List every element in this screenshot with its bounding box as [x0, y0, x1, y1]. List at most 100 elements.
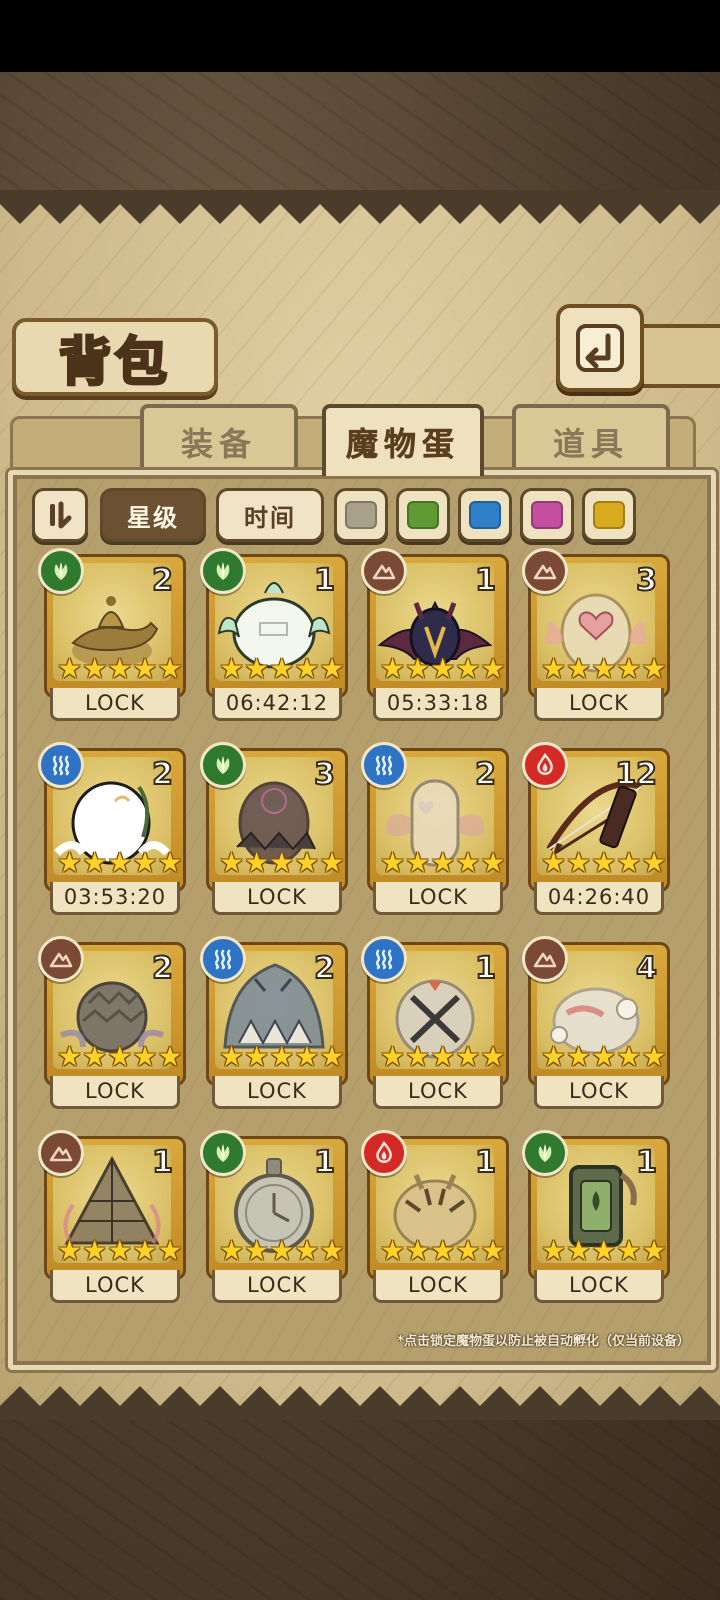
tab-label: 魔物蛋 — [345, 425, 460, 464]
star-icon: ★ — [294, 1040, 320, 1073]
egg-card[interactable]: 2 ★ ★ ★ ★ ★ LOCK — [200, 936, 348, 1109]
egg-status-label[interactable]: 04:26:40 — [534, 882, 664, 915]
egg-status-label[interactable]: 06:42:12 — [212, 688, 342, 721]
star-icon: ★ — [132, 1234, 158, 1267]
egg-card[interactable]: 12 ★ ★ ★ ★ ★ 04:26:40 — [522, 742, 670, 915]
star-icon: ★ — [430, 846, 456, 879]
egg-card[interactable]: 1 ★ ★ ★ ★ ★ 06:42:12 — [200, 548, 348, 721]
star-icon: ★ — [480, 846, 506, 879]
egg-status-label[interactable]: LOCK — [534, 1270, 664, 1303]
egg-card[interactable]: 1 ★ ★ ★ ★ ★ LOCK — [361, 1130, 509, 1303]
star-icon: ★ — [57, 846, 83, 879]
filter-pink-button[interactable] — [520, 488, 574, 542]
star-rating: ★ ★ ★ ★ ★ — [57, 1234, 183, 1267]
star-icon: ★ — [591, 1040, 617, 1073]
star-icon: ★ — [82, 846, 108, 879]
egg-count: 2 — [151, 756, 174, 793]
filter-gold-button[interactable] — [582, 488, 636, 542]
nature-element-icon — [200, 742, 246, 788]
star-icon: ★ — [294, 846, 320, 879]
egg-count: 1 — [151, 1144, 174, 1181]
status-bar — [0, 0, 720, 72]
star-icon: ★ — [269, 1234, 295, 1267]
earth-element-icon — [522, 936, 568, 982]
egg-status-label[interactable]: LOCK — [534, 688, 664, 721]
egg-count: 12 — [614, 756, 658, 793]
gold-swatch — [593, 501, 625, 529]
star-rating: ★ ★ ★ ★ ★ — [219, 652, 345, 685]
egg-count: 1 — [313, 562, 336, 599]
star-icon: ★ — [566, 846, 592, 879]
back-button[interactable] — [556, 304, 644, 392]
earth-element-icon — [522, 548, 568, 594]
star-icon: ★ — [319, 652, 345, 685]
tab-equipment[interactable]: 装备 — [140, 404, 298, 476]
star-rating: ★ ★ ★ ★ ★ — [541, 1040, 667, 1073]
egg-card[interactable]: 1 ★ ★ ★ ★ ★ LOCK — [200, 1130, 348, 1303]
star-icon: ★ — [157, 1040, 183, 1073]
star-icon: ★ — [269, 652, 295, 685]
egg-status-label[interactable]: LOCK — [373, 882, 503, 915]
star-icon: ★ — [455, 1040, 481, 1073]
egg-count: 1 — [474, 1144, 497, 1181]
filter-green-button[interactable] — [396, 488, 450, 542]
zigzag-top-border — [0, 190, 720, 224]
egg-status-label[interactable]: LOCK — [50, 1076, 180, 1109]
egg-count: 1 — [313, 1144, 336, 1181]
egg-card[interactable]: 3 ★ ★ ★ ★ ★ LOCK — [200, 742, 348, 915]
title-plate: 背包 — [12, 318, 218, 396]
star-icon: ★ — [430, 1234, 456, 1267]
star-icon: ★ — [319, 846, 345, 879]
star-icon: ★ — [244, 846, 270, 879]
egg-count: 1 — [474, 950, 497, 987]
return-icon — [576, 324, 624, 372]
star-icon: ★ — [541, 652, 567, 685]
star-icon: ★ — [641, 1040, 667, 1073]
egg-card[interactable]: 2 ★ ★ ★ ★ ★ LOCK — [361, 742, 509, 915]
star-icon: ★ — [319, 1040, 345, 1073]
egg-card[interactable]: 2 ★ ★ ★ ★ ★ LOCK — [38, 936, 186, 1109]
egg-status-label[interactable]: LOCK — [373, 1076, 503, 1109]
egg-card[interactable]: 1 ★ ★ ★ ★ ★ LOCK — [522, 1130, 670, 1303]
egg-status-label[interactable]: LOCK — [212, 1076, 342, 1109]
star-rating: ★ ★ ★ ★ ★ — [219, 1234, 345, 1267]
filter-grey-button[interactable] — [334, 488, 388, 542]
star-icon: ★ — [541, 1040, 567, 1073]
tab-items[interactable]: 道具 — [512, 404, 670, 476]
star-icon: ★ — [616, 1234, 642, 1267]
tab-monster-egg[interactable]: 魔物蛋 — [322, 404, 484, 476]
sort-by-star-button[interactable]: 星级 — [100, 488, 206, 542]
filter-blue-button[interactable] — [458, 488, 512, 542]
egg-card[interactable]: 1 ★ ★ ★ ★ ★ 05:33:18 — [361, 548, 509, 721]
egg-card[interactable]: 3 ★ ★ ★ ★ ★ LOCK — [522, 548, 670, 721]
egg-card[interactable]: 1 ★ ★ ★ ★ ★ LOCK — [38, 1130, 186, 1303]
star-icon: ★ — [616, 1040, 642, 1073]
sort-order-button[interactable] — [32, 488, 88, 542]
star-rating: ★ ★ ★ ★ ★ — [57, 653, 183, 685]
fire-element-icon — [361, 1130, 407, 1176]
egg-count: 2 — [151, 562, 174, 599]
star-icon: ★ — [57, 1040, 83, 1073]
egg-status-label[interactable]: LOCK — [534, 1076, 664, 1109]
sort-by-time-button[interactable]: 时间 — [216, 488, 324, 542]
egg-card[interactable]: 1 ★ ★ ★ ★ ★ LOCK — [361, 936, 509, 1109]
star-icon: ★ — [82, 1234, 108, 1267]
star-icon: ★ — [219, 652, 245, 685]
egg-status-label[interactable]: LOCK — [373, 1270, 503, 1303]
egg-status-label[interactable]: LOCK — [212, 882, 342, 915]
star-icon: ★ — [57, 1234, 83, 1267]
egg-status-label[interactable]: LOCK — [212, 1270, 342, 1303]
star-rating: ★ ★ ★ ★ ★ — [57, 846, 183, 879]
egg-status-label[interactable]: 05:33:18 — [373, 688, 503, 721]
star-rating: ★ ★ ★ ★ ★ — [380, 846, 506, 879]
egg-card[interactable]: 2 ★ ★ ★ ★ ★ 03:53:20 — [38, 742, 186, 915]
star-icon: ★ — [455, 1234, 481, 1267]
star-icon: ★ — [566, 1040, 592, 1073]
egg-card[interactable]: 2 ★ ★ ★ ★ ★ LOCK — [38, 548, 186, 721]
egg-status-label[interactable]: LOCK — [50, 1270, 180, 1303]
star-icon: ★ — [157, 846, 183, 879]
egg-status-label[interactable]: LOCK — [50, 688, 180, 721]
star-icon: ★ — [244, 1040, 270, 1073]
egg-card[interactable]: 4 ★ ★ ★ ★ ★ LOCK — [522, 936, 670, 1109]
egg-status-label[interactable]: 03:53:20 — [50, 882, 180, 915]
